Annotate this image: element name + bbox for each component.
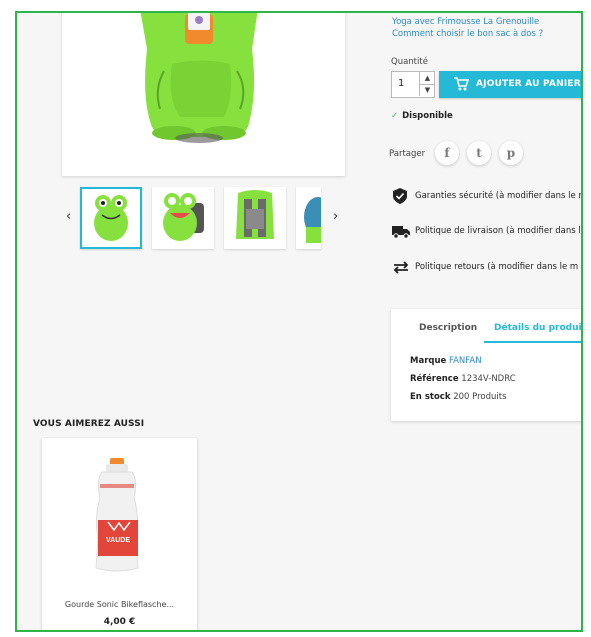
availability-status: ✓ Disponible [391,111,453,121]
page-frame: ‹ › VOUS AIMEREZ AUSSI VAUDE Gourde Soni… [15,11,583,632]
tab-product-details[interactable]: Détails du produit [494,323,581,333]
share-label: Partager [389,149,426,159]
blog-link-1[interactable]: Yoga avec Frimousse La Grenouille [392,17,539,27]
thumbnail-3[interactable] [224,187,286,249]
chevron-right-icon[interactable]: › [333,209,338,224]
chevron-left-icon[interactable]: ‹ [66,209,71,224]
add-to-cart-label: AJOUTER AU PANIER [476,79,581,89]
thumbnail-1[interactable] [80,187,142,249]
quantity-stepper[interactable]: 1 ▲ ▼ [391,71,435,98]
product-card-name[interactable]: Gourde Sonic Bikeflasche... [42,600,197,609]
twitter-icon[interactable]: t [467,141,491,165]
related-products-title: VOUS AIMEREZ AUSSI [33,419,145,429]
detail-stock: En stock 200 Produits [410,392,507,402]
tab-description[interactable]: Description [419,323,477,333]
quantity-input[interactable]: 1 [398,78,404,89]
add-to-cart-button[interactable]: AJOUTER AU PANIER [439,71,581,98]
thumbnail-4[interactable] [296,187,332,249]
thumbnail-2[interactable] [152,187,214,249]
product-card-image[interactable]: VAUDE [42,438,197,591]
quantity-label: Quantité [391,57,428,67]
check-icon: ✓ [391,111,399,121]
product-card[interactable]: VAUDE Gourde Sonic Bikeflasche... 4,00 € [42,438,197,630]
product-card-price: 4,00 € [103,617,136,627]
pinterest-icon[interactable]: p [499,141,523,165]
exchange-arrows-icon [393,261,409,274]
brand-link[interactable]: FANFAN [449,356,482,366]
detail-brand: Marque FANFAN [410,356,482,366]
active-tab-indicator [484,341,581,343]
blog-link-2[interactable]: Comment choisir le bon sac à dos ? [392,29,543,39]
detail-reference: Référence 1234V-NDRC [410,374,516,384]
thumbnail-carousel: ‹ › [61,187,351,253]
svg-text:VAUDE: VAUDE [106,537,130,544]
facebook-icon[interactable]: f [435,141,459,165]
cart-icon [453,76,470,96]
main-product-image[interactable] [62,13,345,176]
chevron-down-icon[interactable]: ▼ [419,84,435,96]
truck-icon [392,226,410,239]
product-tabs: Description Détails du produit Marque FA… [391,309,581,421]
shield-icon [393,188,407,204]
